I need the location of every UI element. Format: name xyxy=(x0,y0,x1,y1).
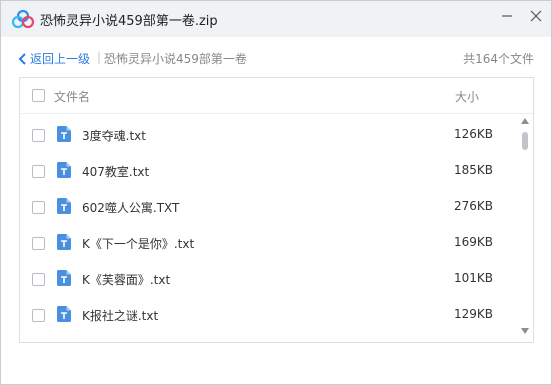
file-name: K《芙蓉面》.txt xyxy=(82,273,171,287)
row-checkbox[interactable] xyxy=(32,273,45,286)
breadcrumb-separator: | xyxy=(97,50,102,64)
file-name: 407教室.txt xyxy=(82,165,150,179)
scroll-up-arrow-icon[interactable] xyxy=(521,118,529,124)
back-button[interactable]: 返回上一级 xyxy=(18,50,90,67)
file-size: 101KB xyxy=(454,271,494,285)
txt-file-icon xyxy=(57,270,71,286)
list-header: 文件名 大小 xyxy=(20,78,533,114)
vertical-scrollbar[interactable] xyxy=(519,116,531,340)
file-name: K《下一个是你》.txt xyxy=(82,237,195,251)
row-checkbox[interactable] xyxy=(32,165,45,178)
file-list-panel: 文件名 大小 3度夺魂.txt 126KB 407教室.txt 185KB 60… xyxy=(19,77,534,343)
window-title: 恐怖灵异小说459部第一卷.zip xyxy=(40,14,218,29)
row-checkbox[interactable] xyxy=(32,309,45,322)
file-size: 126KB xyxy=(454,127,494,141)
file-row[interactable]: K《下一个是你》.txt 169KB xyxy=(20,224,520,260)
row-checkbox[interactable] xyxy=(32,201,45,214)
title-bar[interactable]: 恐怖灵异小说459部第一卷.zip xyxy=(1,1,551,37)
file-name: 602噬人公寓.TXT xyxy=(82,201,180,215)
chevron-left-icon xyxy=(18,52,26,65)
file-count-label: 共164个文件 xyxy=(463,52,534,66)
select-all-checkbox[interactable] xyxy=(32,89,45,102)
zip-preview-window: 恐怖灵异小说459部第一卷.zip 返回上一级 | 恐怖灵异小说459部第一卷 … xyxy=(0,0,552,385)
file-row[interactable]: K《芙蓉面》.txt 101KB xyxy=(20,260,520,296)
file-size: 169KB xyxy=(454,235,494,249)
minimize-button[interactable] xyxy=(494,5,520,27)
file-row[interactable]: 407教室.txt 185KB xyxy=(20,152,520,188)
scrollbar-thumb[interactable] xyxy=(522,132,528,150)
column-header-name[interactable]: 文件名 xyxy=(54,88,90,105)
file-size: 129KB xyxy=(454,307,494,321)
file-size: 276KB xyxy=(454,199,494,213)
scroll-down-arrow-icon[interactable] xyxy=(521,328,529,334)
file-name: 3度夺魂.txt xyxy=(82,129,146,143)
file-row[interactable]: K报社之谜.txt 129KB xyxy=(20,296,520,332)
txt-file-icon xyxy=(57,126,71,142)
txt-file-icon xyxy=(57,234,71,250)
txt-file-icon xyxy=(57,198,71,214)
navigation-bar: 返回上一级 | 恐怖灵异小说459部第一卷 共164个文件 xyxy=(1,37,551,77)
back-label: 返回上一级 xyxy=(30,52,91,66)
close-icon xyxy=(530,10,542,22)
baidu-netdisk-logo-icon xyxy=(12,9,34,29)
close-button[interactable] xyxy=(523,5,549,27)
row-checkbox[interactable] xyxy=(32,237,45,250)
file-row[interactable]: 3度夺魂.txt 126KB xyxy=(20,116,520,152)
row-checkbox[interactable] xyxy=(32,129,45,142)
txt-file-icon xyxy=(57,306,71,322)
txt-file-icon xyxy=(57,162,71,178)
file-size: 185KB xyxy=(454,163,494,177)
minimize-icon xyxy=(502,15,512,17)
breadcrumb-current-folder: 恐怖灵异小说459部第一卷 xyxy=(104,52,247,66)
file-name: K报社之谜.txt xyxy=(82,309,159,323)
column-header-size[interactable]: 大小 xyxy=(455,88,479,105)
file-row[interactable]: 602噬人公寓.TXT 276KB xyxy=(20,188,520,224)
